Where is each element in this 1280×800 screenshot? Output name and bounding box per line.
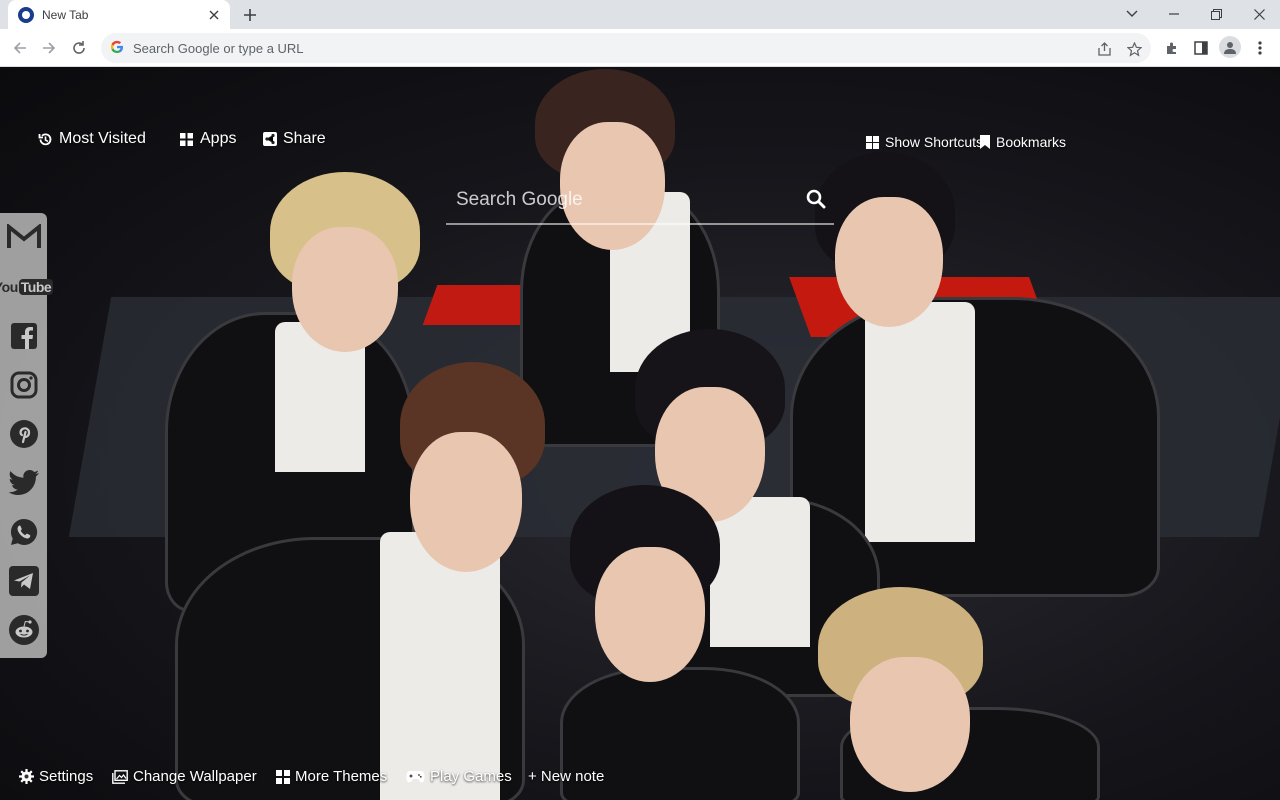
gmail-icon[interactable] bbox=[0, 215, 47, 259]
new-note-button[interactable]: + New note bbox=[528, 768, 604, 785]
facebook-icon[interactable] bbox=[0, 314, 47, 358]
show-shortcuts-label: Show Shortcuts bbox=[885, 134, 984, 150]
tab-close-icon[interactable] bbox=[206, 7, 222, 23]
social-sidebar: YouTube bbox=[0, 213, 54, 658]
omnibox-placeholder: Search Google or type a URL bbox=[133, 40, 304, 56]
tab-favicon-icon bbox=[18, 6, 34, 23]
change-wallpaper-label: Change Wallpaper bbox=[133, 768, 257, 785]
more-themes-button[interactable]: More Themes bbox=[276, 768, 387, 785]
back-button[interactable] bbox=[8, 36, 32, 60]
youtube-icon[interactable]: YouTube bbox=[0, 265, 54, 309]
history-icon bbox=[38, 132, 52, 145]
play-games-label: Play Games bbox=[430, 768, 512, 785]
bookmark-star-icon[interactable] bbox=[1125, 40, 1143, 58]
browser-toolbar: Search Google or type a URL bbox=[0, 29, 1280, 67]
most-visited-button[interactable]: Most Visited bbox=[38, 130, 146, 148]
share-page-icon[interactable] bbox=[1095, 40, 1113, 58]
close-window-icon[interactable] bbox=[1245, 2, 1273, 26]
new-tab-button[interactable] bbox=[238, 3, 262, 27]
chrome-menu-icon[interactable] bbox=[1248, 36, 1272, 60]
gamepad-icon bbox=[406, 771, 425, 783]
gear-icon bbox=[19, 769, 34, 784]
minimize-icon[interactable] bbox=[1160, 2, 1188, 26]
apps-button[interactable]: Apps bbox=[179, 130, 236, 148]
omnibox[interactable]: Search Google or type a URL bbox=[101, 33, 1151, 63]
side-panel-icon[interactable] bbox=[1189, 36, 1213, 60]
play-games-button[interactable]: Play Games bbox=[406, 768, 512, 785]
bookmark-icon bbox=[980, 135, 990, 149]
new-note-label: + New note bbox=[528, 768, 605, 785]
search-button[interactable] bbox=[804, 187, 828, 211]
apps-label: Apps bbox=[200, 130, 237, 147]
settings-button[interactable]: Settings bbox=[19, 768, 93, 785]
tab-strip: New Tab bbox=[0, 0, 1280, 29]
apps-grid-icon bbox=[180, 132, 193, 146]
tab-search-chevron-icon[interactable] bbox=[1118, 2, 1146, 26]
search-icon bbox=[806, 189, 826, 209]
search-box bbox=[446, 179, 834, 225]
instagram-icon[interactable] bbox=[0, 363, 47, 407]
telegram-icon[interactable] bbox=[0, 559, 47, 603]
most-visited-label: Most Visited bbox=[59, 130, 146, 147]
search-input[interactable] bbox=[456, 187, 786, 213]
themes-grid-icon bbox=[276, 769, 290, 784]
pinterest-icon[interactable] bbox=[0, 412, 47, 456]
bookmarks-label: Bookmarks bbox=[996, 134, 1067, 150]
share-label: Share bbox=[283, 130, 326, 147]
youtube-tube-text: Tube bbox=[18, 279, 54, 295]
wallpaper-icon bbox=[112, 769, 128, 784]
extensions-icon[interactable] bbox=[1160, 36, 1184, 60]
shortcuts-grid-icon bbox=[866, 135, 879, 149]
share-icon bbox=[263, 132, 277, 146]
twitter-icon[interactable] bbox=[0, 461, 47, 505]
bookmarks-button[interactable]: Bookmarks bbox=[980, 134, 1066, 150]
profile-avatar-icon[interactable] bbox=[1219, 36, 1241, 58]
whatsapp-icon[interactable] bbox=[0, 510, 47, 554]
change-wallpaper-button[interactable]: Change Wallpaper bbox=[112, 768, 257, 785]
youtube-you-text: You bbox=[0, 279, 18, 295]
new-tab-page: Most Visited Apps Share Show Shortcuts B… bbox=[0, 67, 1280, 800]
settings-label: Settings bbox=[39, 768, 94, 785]
tab-title: New Tab bbox=[42, 7, 89, 22]
restore-icon[interactable] bbox=[1202, 2, 1230, 26]
reload-button[interactable] bbox=[67, 36, 91, 60]
more-themes-label: More Themes bbox=[295, 768, 388, 785]
google-logo-icon bbox=[110, 40, 124, 57]
show-shortcuts-button[interactable]: Show Shortcuts bbox=[866, 134, 983, 150]
tab-new-tab[interactable]: New Tab bbox=[8, 0, 230, 29]
share-button[interactable]: Share bbox=[263, 130, 326, 148]
reddit-icon[interactable] bbox=[0, 608, 47, 652]
forward-button[interactable] bbox=[37, 36, 61, 60]
